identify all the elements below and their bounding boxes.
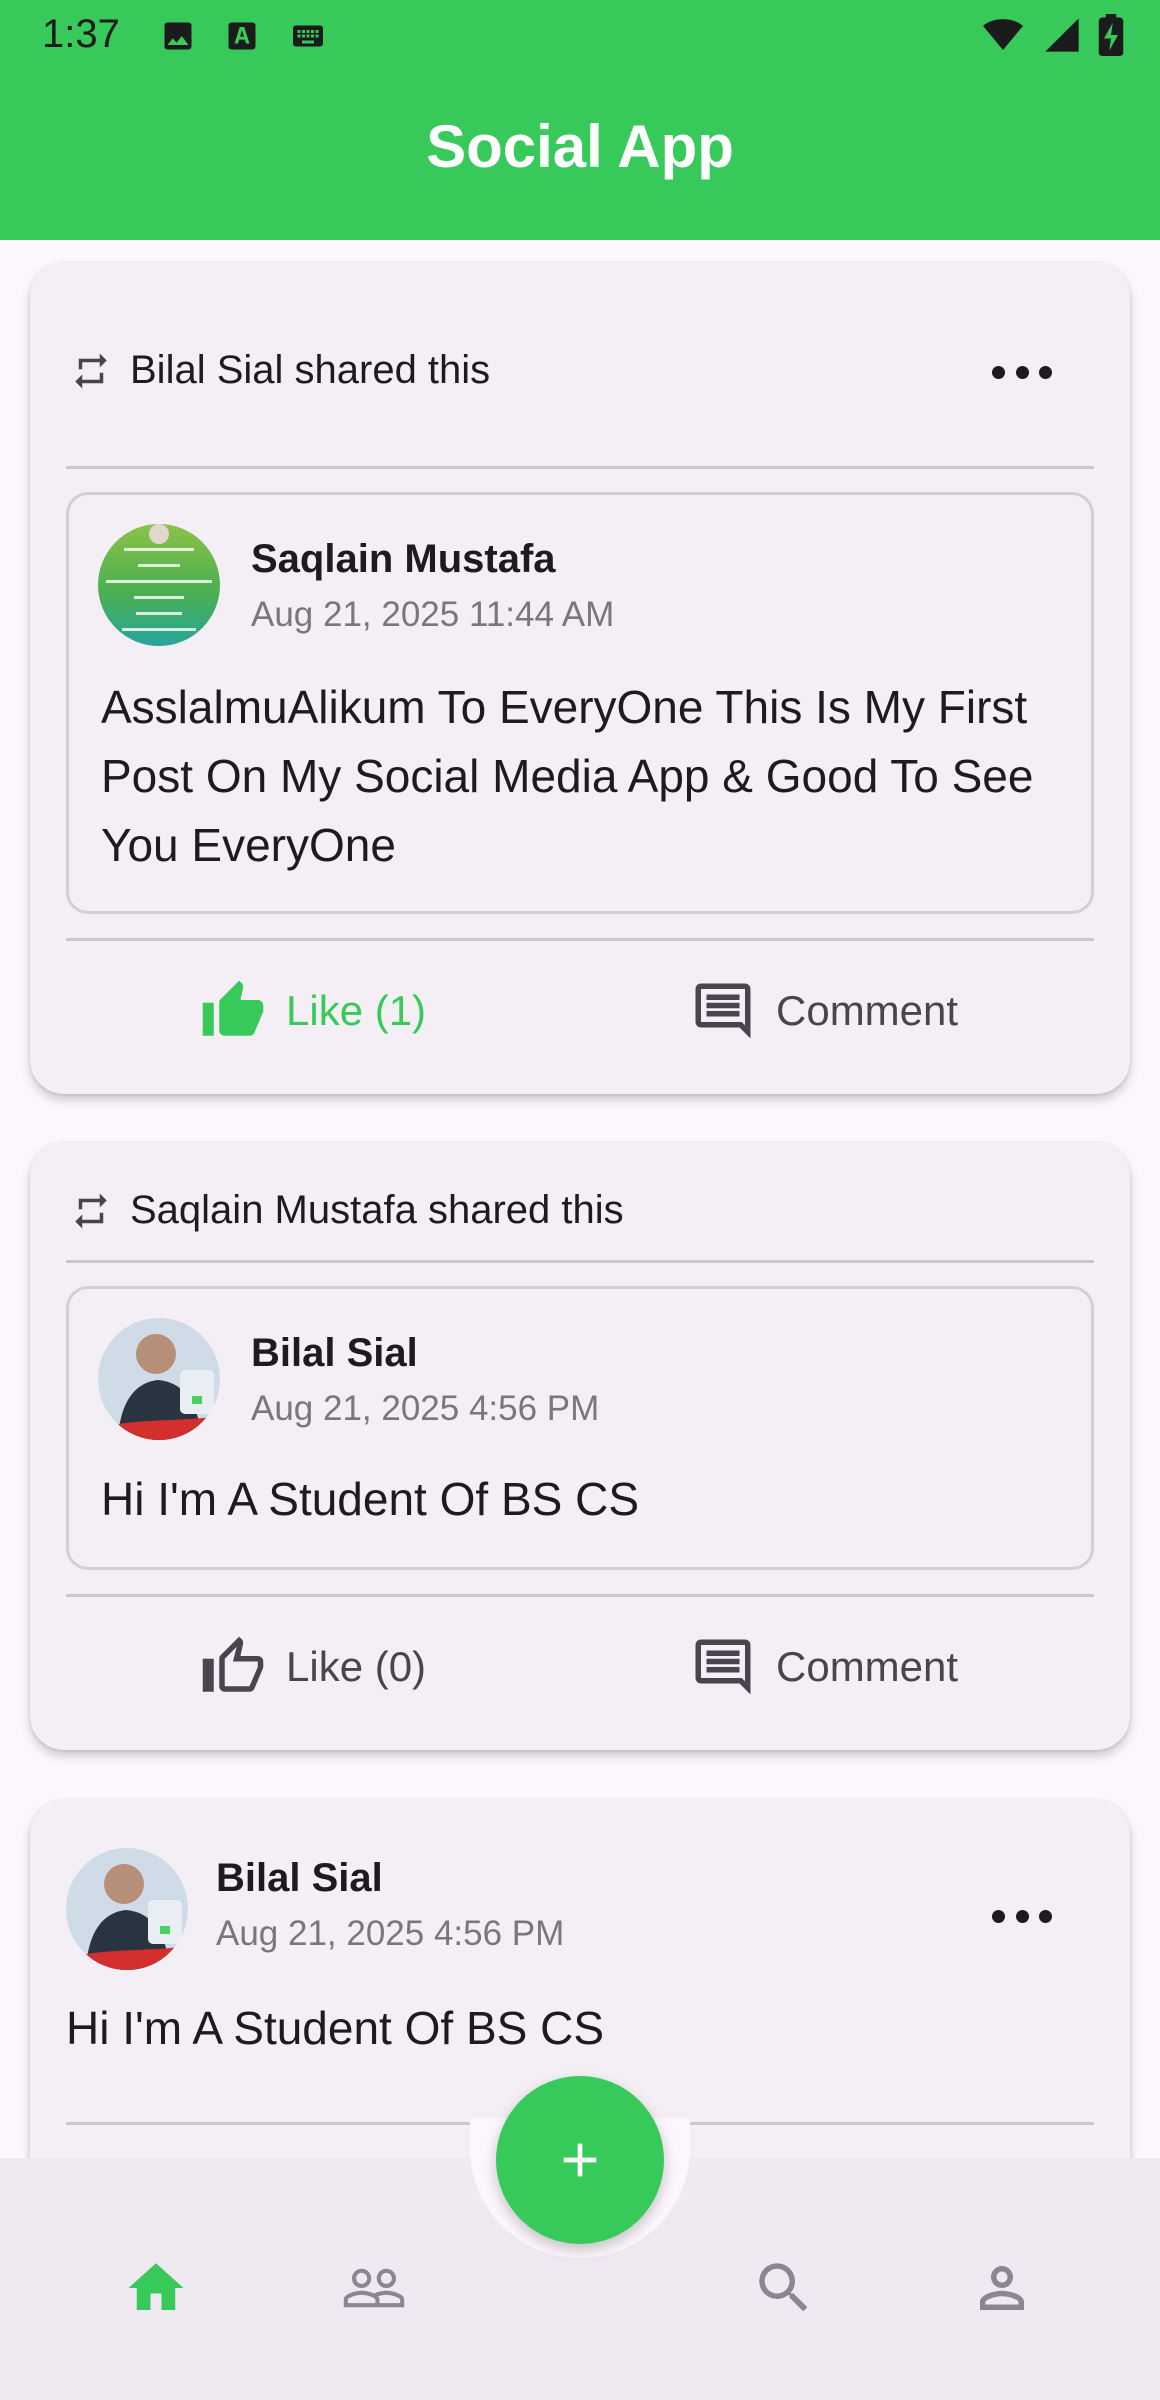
cell-signal-icon: [1045, 18, 1079, 52]
post-date: Aug 21, 2025 4:56 PM: [251, 1389, 600, 1428]
divider: [66, 1594, 1094, 1597]
status-notification-icons: [160, 18, 328, 54]
avatar[interactable]: [98, 1318, 220, 1440]
author-name[interactable]: Bilal Sial: [216, 1856, 383, 1901]
status-time: 1:37: [42, 12, 120, 56]
like-label: Like (1): [286, 987, 427, 1034]
nav-profile[interactable]: [962, 2248, 1042, 2328]
original-post[interactable]: Bilal Sial Aug 21, 2025 4:56 PM Hi I'm A…: [66, 1286, 1094, 1570]
more-options-icon[interactable]: [992, 1896, 1052, 1936]
post-card: Saqlain Mustafa shared this Bilal Sial A…: [30, 1142, 1130, 1750]
comment-icon: [695, 1639, 751, 1695]
status-system-icons: [980, 14, 1124, 56]
nav-home[interactable]: [116, 2248, 196, 2328]
author-name[interactable]: Saqlain Mustafa: [251, 537, 556, 582]
more-options-icon[interactable]: [992, 352, 1052, 392]
text-a-icon: [228, 22, 256, 50]
create-post-button[interactable]: [496, 2076, 664, 2244]
shared-by-text: Bilal Sial shared this: [130, 348, 491, 392]
divider: [66, 1260, 1094, 1263]
post-card: Bilal Sial shared this Saqlain Mustafa A…: [30, 262, 1130, 1094]
plus-icon: [563, 2143, 597, 2177]
comment-button[interactable]: Comment: [690, 978, 958, 1044]
comment-button[interactable]: Comment: [690, 1634, 958, 1700]
shared-by-row: Saqlain Mustafa shared this: [70, 1188, 624, 1233]
nav-friends[interactable]: [334, 2248, 414, 2328]
divider: [66, 938, 1094, 941]
divider: [66, 466, 1094, 469]
profile-icon: [980, 2266, 1024, 2310]
post-date: Aug 21, 2025 4:56 PM: [216, 1914, 565, 1953]
post-text: Hi I'm A Student Of BS CS: [101, 1473, 640, 1525]
avatar[interactable]: [66, 1848, 188, 1970]
shared-by-text: Saqlain Mustafa shared this: [130, 1188, 624, 1232]
search-icon: [759, 2263, 808, 2312]
wifi-icon: [983, 19, 1023, 50]
comment-icon: [695, 983, 751, 1039]
shared-by-row: Bilal Sial shared this: [70, 348, 490, 393]
like-label: Like (0): [286, 1643, 427, 1690]
post-text: AsslalmuAlikum To EveryOne This Is My Fi…: [101, 681, 1034, 871]
comment-label: Comment: [776, 1643, 959, 1690]
screen: 1:37 Social App Bilal Sial shared this S…: [0, 0, 1160, 2400]
people-icon: [343, 2268, 405, 2308]
like-button[interactable]: Like (1): [200, 978, 426, 1044]
battery-charging-icon: [1098, 14, 1124, 56]
repost-icon: [75, 353, 107, 388]
comment-label: Comment: [776, 987, 959, 1034]
thumb-up-outline-icon: [202, 1636, 264, 1692]
keyboard-icon: [293, 25, 323, 47]
repost-icon: [75, 1193, 107, 1228]
original-post[interactable]: Saqlain Mustafa Aug 21, 2025 11:44 AM As…: [66, 492, 1094, 914]
image-icon: [164, 22, 192, 50]
post-text: Hi I'm A Student Of BS CS: [66, 2002, 605, 2054]
app-title: Social App: [426, 113, 734, 180]
top-bar: 1:37 Social App: [0, 0, 1160, 240]
status-bar: 1:37: [0, 0, 1160, 70]
like-button[interactable]: Like (0): [200, 1634, 426, 1700]
avatar[interactable]: [98, 524, 220, 646]
thumb-up-filled-icon: [202, 980, 264, 1036]
nav-search[interactable]: [744, 2248, 824, 2328]
home-icon: [128, 2263, 184, 2310]
author-name[interactable]: Bilal Sial: [251, 1331, 418, 1376]
post-date: Aug 21, 2025 11:44 AM: [251, 595, 615, 634]
